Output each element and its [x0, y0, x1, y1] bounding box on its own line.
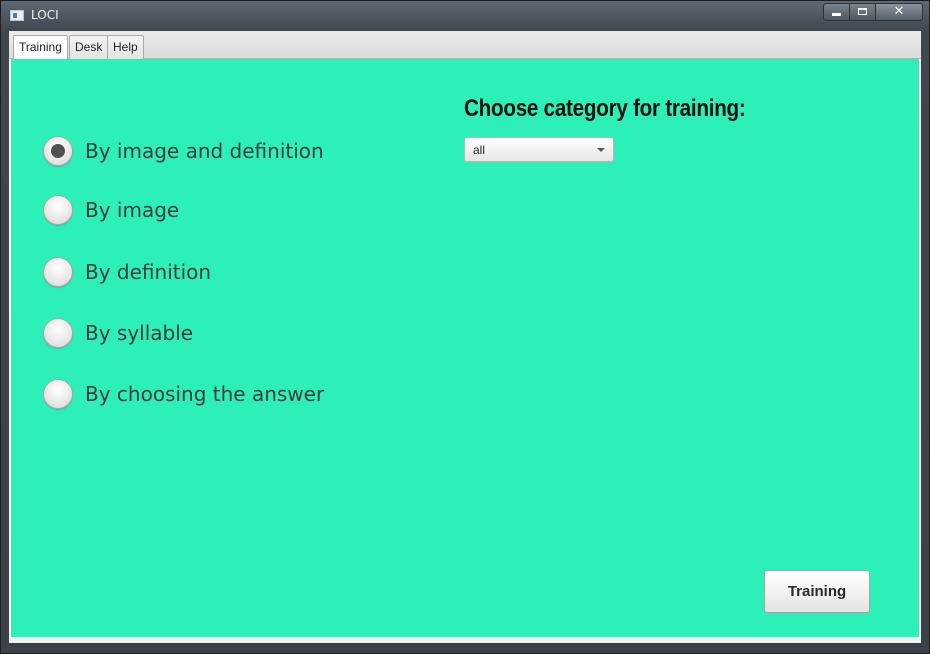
radio-button[interactable] [43, 195, 73, 225]
mode-option-label: By syllable [85, 321, 194, 345]
mode-option-image-definition[interactable]: By image and definition [43, 134, 324, 168]
mode-option-image[interactable]: By image [43, 193, 179, 227]
maximize-button[interactable] [850, 3, 876, 21]
radio-button[interactable] [43, 257, 73, 287]
mode-option-label: By choosing the answer [85, 382, 325, 406]
window-controls: ✕ [823, 3, 923, 21]
radio-button-checked[interactable] [43, 136, 73, 166]
minimize-button[interactable] [823, 3, 850, 21]
close-icon: ✕ [893, 4, 905, 19]
title-bar[interactable]: LOCI ✕ [1, 1, 929, 31]
radio-button[interactable] [43, 379, 73, 409]
mode-option-label: By image [85, 198, 180, 222]
maximize-icon [858, 8, 867, 15]
training-panel: By image and definition By image By defi… [11, 59, 919, 637]
mode-option-syllable[interactable]: By syllable [43, 316, 193, 350]
app-window: LOCI ✕ Training Desk Help By image and d… [0, 0, 930, 654]
training-button[interactable]: Training [764, 570, 870, 613]
mode-option-definition[interactable]: By definition [43, 255, 211, 289]
mode-option-label: By image and definition [85, 139, 324, 163]
minimize-icon [832, 13, 841, 16]
category-dropdown[interactable]: all [464, 137, 614, 162]
tab-help[interactable]: Help [107, 35, 144, 59]
app-icon [10, 10, 24, 21]
mode-option-label: By definition [85, 260, 212, 284]
client-area: Training Desk Help By image and definiti… [9, 31, 921, 643]
bottom-border [9, 637, 921, 643]
category-selected-value: all [473, 143, 486, 157]
window-title: LOCI [31, 8, 59, 22]
radio-button[interactable] [43, 318, 73, 348]
category-heading: Choose category for training: [464, 95, 746, 122]
close-button[interactable]: ✕ [876, 3, 923, 21]
chevron-down-icon [597, 148, 605, 152]
tab-bar: Training Desk Help [9, 31, 921, 60]
tab-training[interactable]: Training [13, 35, 68, 60]
mode-option-choosing-answer[interactable]: By choosing the answer [43, 377, 324, 411]
tab-desk[interactable]: Desk [69, 35, 109, 59]
